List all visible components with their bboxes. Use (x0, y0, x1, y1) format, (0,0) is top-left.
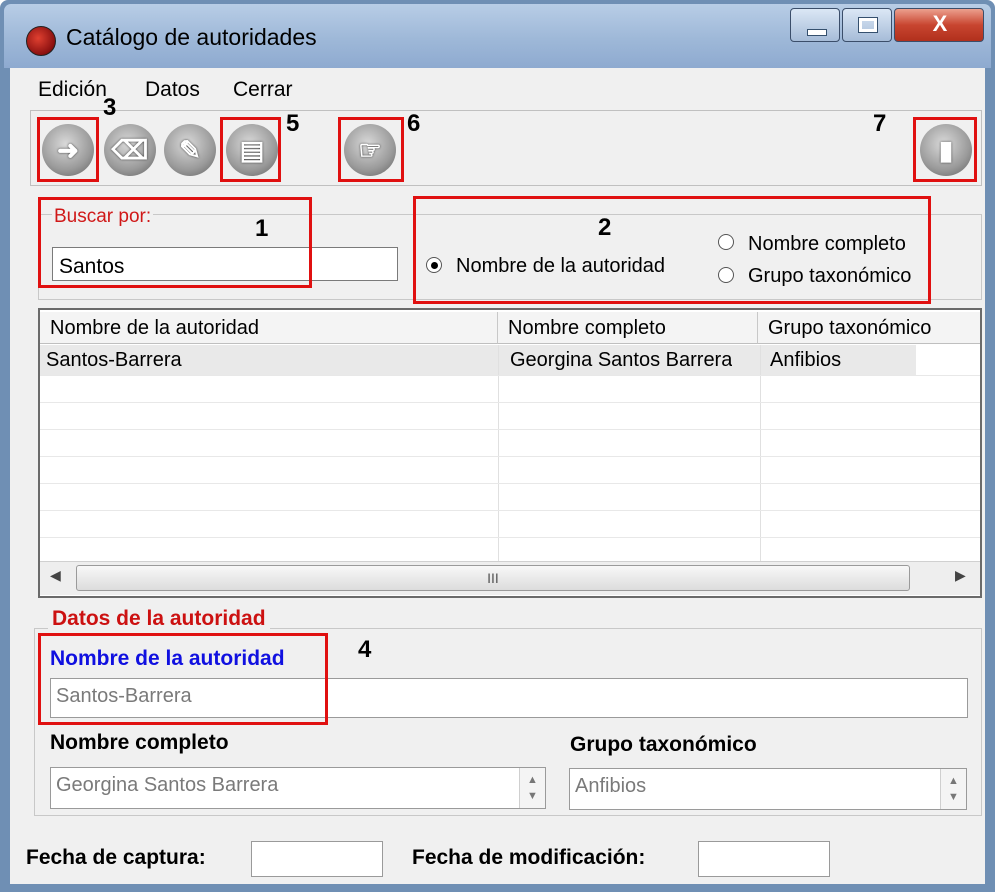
cell-nombre-completo: Georgina Santos Barrera (510, 349, 733, 371)
nombre-completo-field[interactable]: Georgina Santos Barrera (50, 767, 546, 809)
grid-row-line (40, 456, 980, 457)
annotation-box-5 (220, 117, 281, 182)
window-title: Catálogo de autoridades (66, 24, 317, 50)
annotation-number-4: 4 (358, 636, 372, 663)
annotation-number-5: 5 (286, 110, 300, 137)
grupo-taxonomico-spinner[interactable]: ▲ ▼ (940, 769, 966, 809)
minimize-button[interactable] (790, 8, 840, 42)
fecha-captura-label: Fecha de captura: (26, 846, 206, 869)
erase-icon: ⌫ (111, 135, 149, 165)
grid-row-line (40, 375, 980, 376)
details-group-title: Datos de la autoridad (48, 607, 270, 631)
grupo-taxonomico-label: Grupo taxonómico (570, 733, 757, 756)
maximize-icon (858, 17, 878, 33)
annotation-box-3 (37, 117, 99, 182)
annotation-number-2: 2 (598, 214, 612, 241)
annotation-box-7 (913, 117, 977, 182)
spin-down-icon[interactable]: ▼ (520, 790, 545, 802)
grid-column-divider (498, 345, 499, 561)
cell-nombre-autoridad: Santos-Barrera (46, 349, 182, 371)
grid-row-line (40, 402, 980, 403)
grid-column-divider (760, 345, 761, 561)
fecha-modificacion-label: Fecha de modificación: (412, 846, 646, 869)
maximize-button[interactable] (842, 8, 892, 42)
nombre-completo-label: Nombre completo (50, 731, 229, 754)
annotation-box-4 (38, 633, 328, 725)
annotation-box-2 (413, 196, 931, 304)
edit-icon: ✎ (179, 135, 201, 165)
fecha-modificacion-field[interactable] (698, 841, 830, 877)
app-ladybug-icon (26, 26, 56, 56)
annotation-number-7: 7 (873, 110, 887, 137)
annotation-number-6: 6 (407, 110, 421, 137)
erase-button[interactable]: ⌫ (104, 124, 156, 176)
grid-row-line (40, 537, 980, 538)
grid-row-line (40, 429, 980, 430)
fecha-captura-field[interactable] (251, 841, 383, 877)
spin-up-icon[interactable]: ▲ (520, 774, 545, 786)
column-header-grupo-taxonomico[interactable]: Grupo taxonómico (758, 312, 980, 344)
nombre-completo-spinner[interactable]: ▲ ▼ (519, 768, 545, 808)
grid-row-line (40, 483, 980, 484)
column-header-nombre-autoridad[interactable]: Nombre de la autoridad (40, 312, 498, 344)
annotation-number-1: 1 (255, 215, 269, 242)
menu-datos[interactable]: Datos (145, 78, 200, 102)
spin-up-icon[interactable]: ▲ (941, 775, 966, 787)
spin-down-icon[interactable]: ▼ (941, 791, 966, 803)
grid-row-line (40, 510, 980, 511)
close-icon: X (932, 11, 948, 36)
edit-button[interactable]: ✎ (164, 124, 216, 176)
cell-grupo-taxonomico: Anfibios (770, 349, 842, 371)
annotation-box-1 (38, 197, 312, 288)
menu-edicion[interactable]: Edición (38, 78, 107, 102)
minimize-icon (807, 29, 827, 36)
annotation-box-6 (338, 117, 404, 182)
scrollbar-thumb[interactable]: III (76, 565, 910, 591)
close-button[interactable]: X (894, 8, 984, 42)
scroll-left-arrow-icon[interactable]: ◀ (50, 567, 61, 584)
grupo-taxonomico-field[interactable]: Anfibios (569, 768, 967, 810)
menu-cerrar[interactable]: Cerrar (233, 78, 293, 102)
scroll-right-arrow-icon[interactable]: ▶ (955, 567, 966, 584)
annotation-number-3: 3 (103, 94, 117, 121)
column-header-nombre-completo[interactable]: Nombre completo (498, 312, 758, 344)
